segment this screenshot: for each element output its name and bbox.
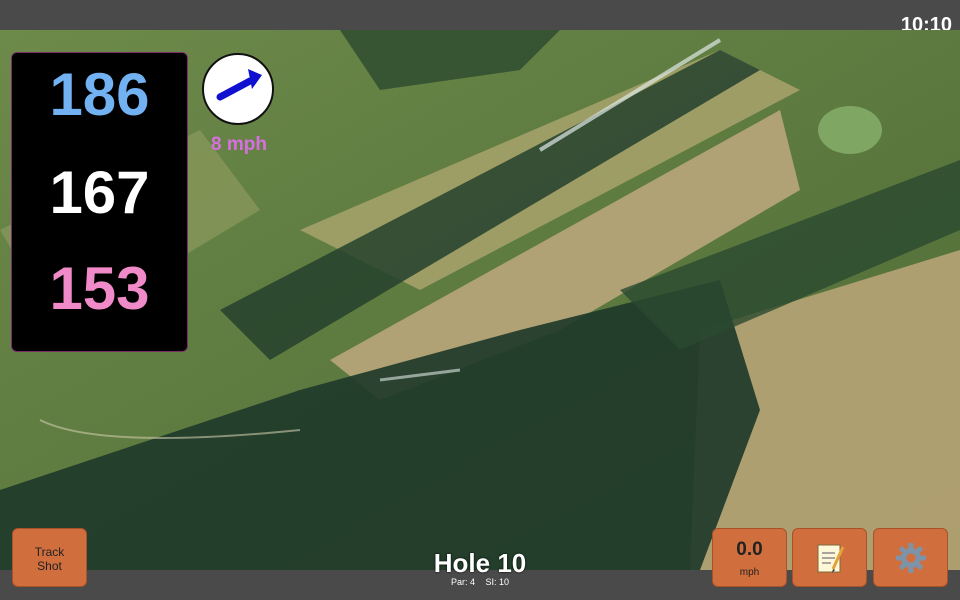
notepad-icon	[817, 544, 844, 573]
hole-par: Par: 4	[450, 577, 475, 587]
hole-info: Par: 4 SI: 10	[380, 577, 580, 587]
middle-distance: 167	[49, 159, 150, 226]
settings-button[interactable]	[873, 528, 948, 587]
distance-panel: 186 167 153	[11, 52, 188, 352]
speed-unit: mph	[739, 567, 760, 578]
front-distance: 153	[49, 255, 150, 322]
speed-value: 0.0	[736, 539, 763, 560]
wind-direction-dial	[202, 53, 274, 125]
gear-icon	[895, 542, 926, 573]
wind-speed-label: 8 mph	[211, 134, 267, 155]
hole-stroke-index: SI: 10	[485, 577, 510, 587]
speed-button[interactable]: 0.0 mph	[712, 528, 787, 587]
track-shot-label-line1: Track	[34, 545, 65, 559]
wind-arrow-icon	[216, 69, 262, 101]
notes-button[interactable]	[792, 528, 867, 587]
back-distance: 186	[49, 61, 150, 128]
hole-title: Hole 10	[433, 548, 527, 578]
course-map[interactable]: 186 167 153 8 mph	[0, 30, 960, 570]
track-shot-button[interactable]: Track Shot	[12, 528, 87, 587]
track-shot-label-line2: Shot	[37, 559, 62, 573]
top-bar	[0, 0, 960, 30]
